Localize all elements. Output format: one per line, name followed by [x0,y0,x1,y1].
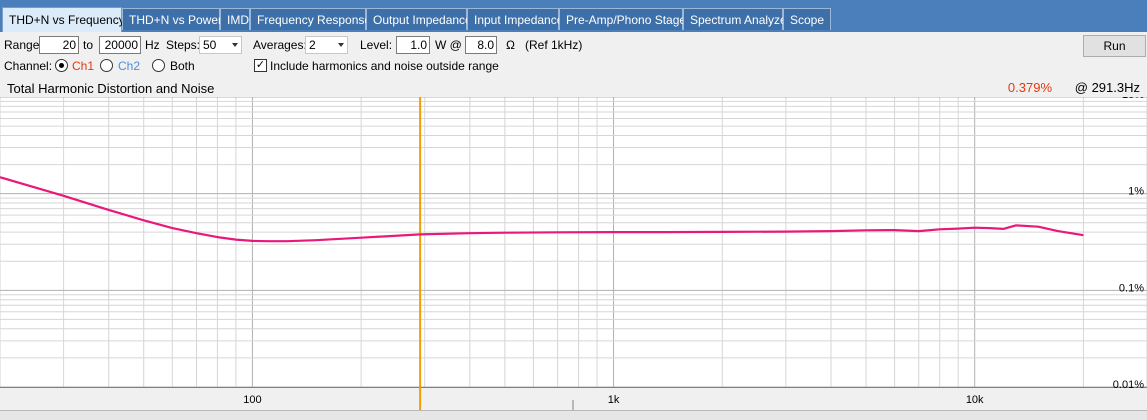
y-tick-label: 10% [1122,97,1144,101]
tab-scope[interactable]: Scope [783,8,831,30]
y-tick-label: 0.1% [1119,282,1144,294]
tab-input-impedance[interactable]: Input Impedance [467,8,563,30]
averages-value: 2 [309,38,316,52]
level-input[interactable]: 1.0 [396,36,430,54]
readout-value: 0.379% [1007,80,1052,95]
w-at-label: W @ [435,38,462,52]
impedance-input[interactable]: 8.0 [465,36,497,54]
range-to-input[interactable]: 20000 [99,36,141,54]
ch1-label: Ch1 [72,59,95,73]
range-from-input[interactable]: 20 [39,36,79,54]
chart-title: Total Harmonic Distortion and Noise [7,81,215,96]
tab-frequency-response[interactable]: Frequency Response [250,8,371,30]
chevron-down-icon [338,43,344,47]
tab-output-impedance[interactable]: Output Impedance [366,8,472,30]
ch2-radio[interactable] [100,59,113,72]
check-icon: ✓ [255,59,266,71]
controls-panel: Range: 20 to 20000 Hz Steps: 50 Averages… [0,32,1147,80]
tab-thd-n-vs-power[interactable]: THD+N vs Power [122,8,222,30]
steps-label: Steps: [166,38,201,52]
y-tick-label: 1% [1128,186,1144,198]
chevron-down-icon [232,43,238,47]
steps-select[interactable]: 50 [199,36,242,54]
ohm-label: Ω [506,38,515,52]
hz-label: Hz [145,38,160,52]
tab-spectrum-analyzer[interactable]: Spectrum Analyzer [683,8,791,30]
channel-label: Channel: [4,59,53,73]
include-harmonics-checkbox[interactable]: ✓ [254,59,267,72]
level-label: Level: [360,38,393,52]
steps-value: 50 [203,38,217,52]
to-label: to [83,38,94,52]
averages-select[interactable]: 2 [305,36,348,54]
include-harmonics-label: Include harmonics and noise outside rang… [270,59,499,73]
thd-chart[interactable]: 10% 1% 0.1% 0.01% 100 1k 10k [0,97,1147,410]
range-label: Range: [4,38,43,52]
ch1-radio[interactable] [55,59,68,72]
readout-frequency: @ 291.3Hz [1074,80,1140,95]
ch2-label: Ch2 [118,59,141,73]
tab-bar: THD+N vs Frequency THD+N vs Power IMD Frequ… [0,0,1147,32]
both-label: Both [170,59,195,73]
x-tick-label: 100 [243,394,261,406]
tab-thd-n-vs-frequency[interactable]: THD+N vs Frequency [2,7,125,32]
tab-imd[interactable]: IMD [220,8,250,30]
x-tick-label: 10k [966,394,984,406]
x-tick-label: 1k [608,394,620,406]
averages-label: Averages: [253,38,307,52]
both-radio[interactable] [152,59,165,72]
y-tick-label: 0.01% [1113,379,1144,391]
run-button[interactable]: Run [1083,35,1146,57]
ref-label: (Ref 1kHz) [525,38,583,52]
tab-pre-amp-phono-stage[interactable]: Pre-Amp/Phono Stage [559,8,686,30]
